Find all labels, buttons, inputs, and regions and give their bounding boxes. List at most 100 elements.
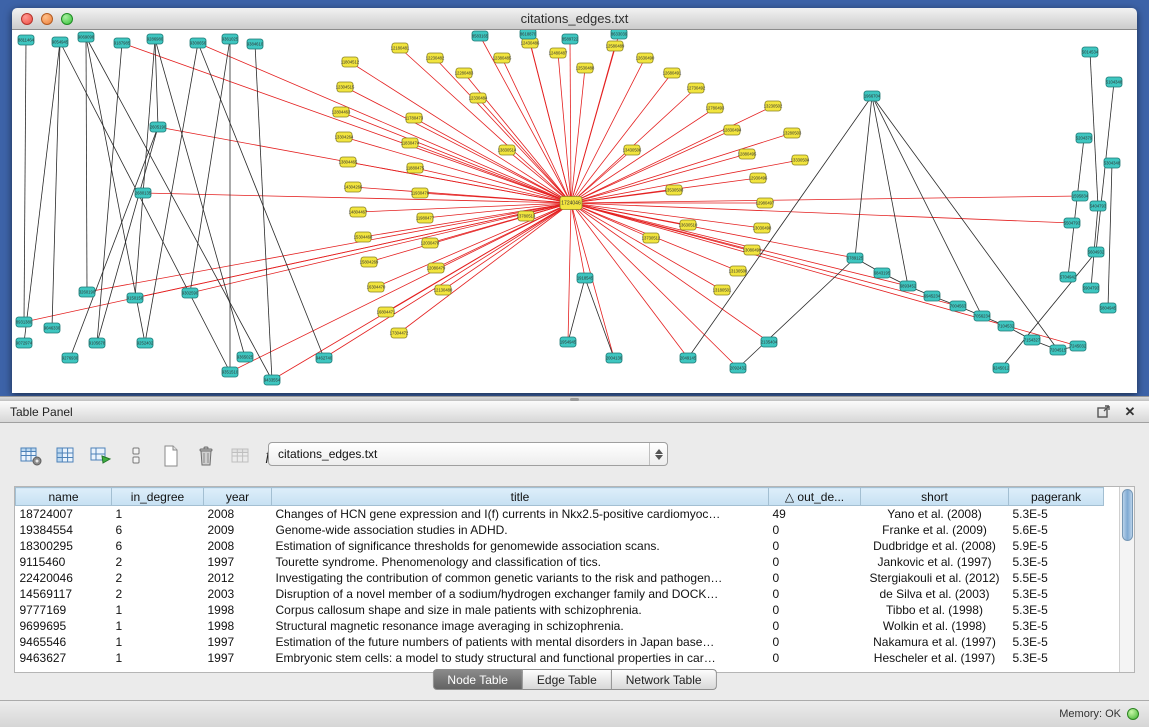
graph-node[interactable]: 2004136 (606, 353, 623, 363)
table-mode-icon[interactable] (18, 443, 44, 469)
graph-node[interactable]: 15304468 (354, 232, 373, 242)
network-canvas[interactable]: 1724046118045121230451512804463133042641… (12, 30, 1137, 393)
graph-edge[interactable] (86, 37, 272, 380)
graph-edge[interactable] (190, 203, 571, 293)
column-header-3[interactable]: title (272, 488, 769, 506)
graph-node[interactable]: 5604932 (1088, 247, 1105, 257)
graph-edge[interactable] (571, 203, 855, 258)
graph-node[interactable]: 16804471 (377, 307, 396, 317)
table-source-dropdown[interactable]: citations_edges.txt (268, 442, 668, 466)
graph-node[interactable]: 12530488 (576, 63, 595, 73)
graph-edge[interactable] (585, 278, 614, 358)
graph-node[interactable]: 8633039 (611, 30, 628, 39)
graph-node[interactable]: 12130480 (434, 285, 453, 295)
graph-edge[interactable] (135, 39, 155, 298)
graph-edge[interactable] (24, 40, 26, 322)
graph-node[interactable]: 13830514 (498, 145, 517, 155)
table-row[interactable]: 911546021997Tourette syndrome. Phenomeno… (16, 554, 1104, 570)
graph-node[interactable]: 13280503 (783, 128, 802, 138)
graph-edge[interactable] (324, 203, 571, 358)
graph-node[interactable]: 11780473 (405, 113, 424, 123)
graph-node[interactable]: 5204379 (1076, 133, 1093, 143)
graph-node[interactable]: 12980497 (756, 198, 775, 208)
table-row[interactable]: 977716911998Corpus callosum shape and si… (16, 602, 1104, 618)
graph-edge[interactable] (688, 96, 872, 358)
table-row[interactable]: 946554611997Estimation of the future num… (16, 634, 1104, 650)
graph-node[interactable]: 8931380 (16, 317, 33, 327)
graph-node[interactable]: 13230502 (764, 101, 783, 111)
graph-edge[interactable] (855, 96, 872, 258)
graph-node[interactable]: 11804512 (341, 57, 360, 67)
column-header-2[interactable]: year (204, 488, 272, 506)
graph-node[interactable]: 8589722 (562, 34, 579, 44)
graph-node[interactable]: 5504793 (1064, 218, 1081, 228)
graph-node[interactable]: 9072974 (16, 338, 33, 348)
graph-node[interactable]: 15804269 (360, 257, 379, 267)
graph-edge[interactable] (70, 127, 158, 358)
graph-node[interactable]: 11880475 (406, 163, 425, 173)
graph-node[interactable]: 12380485 (493, 53, 512, 63)
graph-edge[interactable] (464, 73, 571, 203)
graph-node[interactable]: 11830474 (401, 138, 420, 148)
graph-node[interactable]: 6945234 (924, 291, 941, 301)
graph-node[interactable]: 7245032 (1070, 341, 1087, 351)
graph-node[interactable]: 12680491 (663, 68, 682, 78)
graph-node[interactable]: 12230482 (426, 53, 445, 63)
graph-node[interactable]: 12080479 (427, 263, 446, 273)
import-table-icon[interactable] (228, 443, 254, 469)
graph-node[interactable]: 6843195 (874, 268, 891, 278)
graph-node[interactable]: 6893452 (900, 281, 917, 291)
graph-node[interactable]: 1954945 (560, 337, 577, 347)
delete-column-icon[interactable] (193, 443, 219, 469)
table-row[interactable]: 1830029562008Estimation of significance … (16, 538, 1104, 554)
graph-node[interactable]: 1966704 (864, 91, 881, 101)
graph-edge[interactable] (872, 96, 908, 286)
graph-edge[interactable] (571, 203, 722, 290)
graph-node[interactable]: 7004563 (950, 301, 967, 311)
graph-edge[interactable] (52, 42, 60, 328)
graph-node[interactable]: 14804467 (349, 207, 368, 217)
graph-edge[interactable] (230, 203, 571, 372)
graph-edge[interactable] (571, 196, 1080, 203)
table-row[interactable]: 946362711997Embryonic stem cells: a mode… (16, 650, 1104, 666)
tab-node-table[interactable]: Node Table (432, 669, 523, 690)
column-header-1[interactable]: in_degree (112, 488, 204, 506)
graph-node[interactable]: 13630510 (679, 220, 698, 230)
zoom-window-button[interactable] (61, 13, 73, 25)
graph-edge[interactable] (190, 39, 230, 293)
graph-node[interactable]: 2049145 (680, 353, 697, 363)
graph-node[interactable]: 5904793 (1083, 283, 1100, 293)
graph-node[interactable]: 7104532 (998, 321, 1015, 331)
tab-network-table[interactable]: Network Table (612, 669, 717, 690)
graph-node[interactable]: 9365025 (237, 352, 254, 362)
graph-node[interactable]: 12580489 (606, 41, 625, 51)
graph-edge[interactable] (376, 203, 571, 287)
graph-node[interactable]: 2135404 (761, 337, 778, 347)
graph-node[interactable]: 13530508 (665, 185, 684, 195)
graph-edge[interactable] (155, 39, 158, 127)
graph-edge[interactable] (1108, 163, 1112, 308)
graph-node[interactable]: 6789125 (847, 253, 864, 263)
graph-edge[interactable] (872, 96, 1058, 350)
graph-edge[interactable] (1068, 138, 1084, 277)
table-row[interactable]: 1456911722003Disruption of a novel membe… (16, 586, 1104, 602)
float-panel-icon[interactable] (1095, 404, 1113, 420)
graph-edge[interactable] (443, 203, 571, 290)
graph-node[interactable]: 13804465 (339, 157, 358, 167)
graph-node[interactable]: 7204515 (1050, 345, 1067, 355)
graph-node[interactable]: 9252402 (137, 338, 154, 348)
graph-edge[interactable] (155, 39, 245, 357)
graph-node[interactable]: 9361025 (222, 34, 239, 44)
graph-edge[interactable] (568, 203, 571, 342)
graph-node[interactable]: 13780513 (517, 211, 536, 221)
graph-node[interactable]: 12804463 (332, 107, 351, 117)
graph-edge[interactable] (86, 37, 87, 292)
graph-node[interactable]: 9187985 (114, 38, 131, 48)
graph-edge[interactable] (255, 44, 272, 380)
graph-node[interactable]: 9462740 (316, 353, 333, 363)
graph-edge[interactable] (435, 58, 571, 203)
table-row[interactable]: 969969511998Structural magnetic resonanc… (16, 618, 1104, 634)
graph-node[interactable]: 9245012 (993, 363, 1010, 373)
graph-edge[interactable] (24, 42, 60, 343)
table-scrollbar[interactable] (1119, 487, 1134, 672)
